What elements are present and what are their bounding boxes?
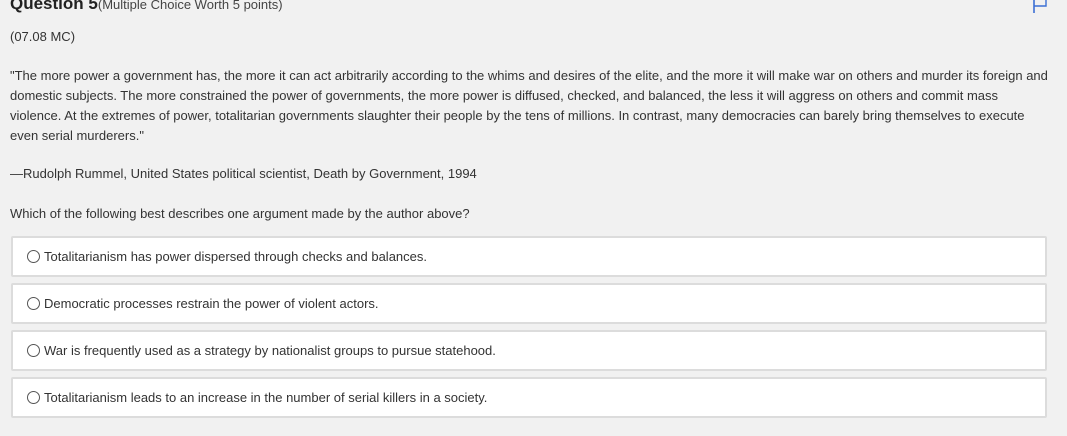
quote-attribution: —Rudolph Rummel, United States political… <box>10 166 477 181</box>
radio-button[interactable] <box>27 344 40 357</box>
question-title: Question 5 <box>10 0 98 13</box>
flag-icon[interactable] <box>1031 0 1049 14</box>
radio-button[interactable] <box>27 250 40 263</box>
answer-choice-3[interactable]: War is frequently used as a strategy by … <box>11 330 1047 371</box>
radio-button[interactable] <box>27 391 40 404</box>
question-quote: "The more power a government has, the mo… <box>10 68 1048 143</box>
question-prompt: Which of the following best describes on… <box>10 206 470 221</box>
answer-choice-2[interactable]: Democratic processes restrain the power … <box>11 283 1047 324</box>
answer-choice-label: War is frequently used as a strategy by … <box>44 343 496 358</box>
question-code: (07.08 MC) <box>10 29 76 44</box>
answer-choice-1[interactable]: Totalitarianism has power dispersed thro… <box>11 236 1047 277</box>
answer-choice-label: Democratic processes restrain the power … <box>44 296 379 311</box>
question-header: Question 5(Multiple Choice Worth 5 point… <box>10 0 283 18</box>
answer-choices: Totalitarianism has power dispersed thro… <box>11 236 1047 424</box>
question-points: (Multiple Choice Worth 5 points) <box>97 0 283 12</box>
flag-icon-glyph <box>1033 0 1047 13</box>
answer-choice-4[interactable]: Totalitarianism leads to an increase in … <box>11 377 1047 418</box>
radio-button[interactable] <box>27 297 40 310</box>
answer-choice-label: Totalitarianism has power dispersed thro… <box>44 249 427 264</box>
question-page: Question 5(Multiple Choice Worth 5 point… <box>0 0 1067 436</box>
answer-choice-label: Totalitarianism leads to an increase in … <box>44 390 488 405</box>
